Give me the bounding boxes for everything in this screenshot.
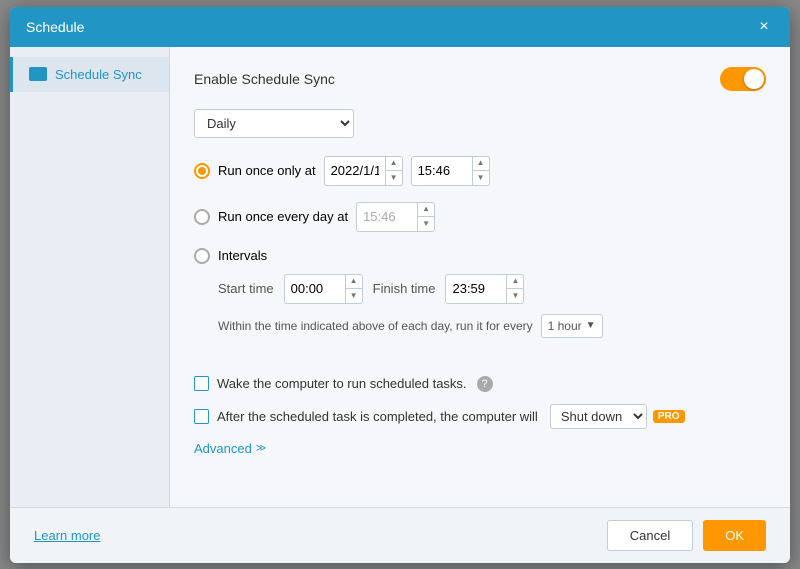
finish-time-up[interactable]: ▲ bbox=[507, 275, 523, 290]
shutdown-label: After the scheduled task is completed, t… bbox=[217, 409, 538, 424]
enable-toggle[interactable] bbox=[720, 67, 766, 91]
date-spinbox: ▲ ▼ bbox=[324, 156, 403, 186]
help-icon[interactable]: ? bbox=[477, 376, 493, 392]
run-once-time-up[interactable]: ▲ bbox=[473, 157, 489, 172]
wake-label: Wake the computer to run scheduled tasks… bbox=[217, 376, 467, 391]
main-content: Enable Schedule Sync Daily Weekly Monthl… bbox=[170, 47, 790, 507]
sidebar-item-schedule-sync[interactable]: Schedule Sync bbox=[10, 57, 169, 92]
learn-more-link[interactable]: Learn more bbox=[34, 528, 100, 543]
dialog-title: Schedule bbox=[26, 19, 84, 35]
interval-value: 1 hour bbox=[548, 319, 582, 333]
dialog-footer: Learn more Cancel OK bbox=[10, 507, 790, 563]
interval-description-row: Within the time indicated above of each … bbox=[218, 314, 766, 338]
advanced-chevron-icon: ≫ bbox=[256, 443, 266, 454]
interval-chevron-icon: ▼ bbox=[586, 320, 596, 331]
frequency-dropdown-row: Daily Weekly Monthly bbox=[194, 109, 766, 138]
title-bar: Schedule × bbox=[10, 7, 790, 47]
finish-time-arrows: ▲ ▼ bbox=[506, 275, 523, 303]
start-time-arrows: ▲ ▼ bbox=[345, 275, 362, 303]
interval-description: Within the time indicated above of each … bbox=[218, 319, 533, 333]
radio-group: Run once only at ▲ ▼ ▲ ▼ bbox=[194, 156, 766, 358]
start-time-input[interactable] bbox=[285, 277, 345, 300]
schedule-dialog: Schedule × Schedule Sync Enable Schedule… bbox=[10, 7, 790, 563]
checkbox-section: Wake the computer to run scheduled tasks… bbox=[194, 376, 766, 429]
wake-checkbox[interactable] bbox=[194, 376, 209, 391]
intervals-details: Start time ▲ ▼ Finish time bbox=[218, 274, 766, 338]
radio-every-day[interactable] bbox=[194, 209, 210, 225]
radio-every-day-row: Run once every day at ▲ ▼ bbox=[194, 202, 766, 232]
time-range-row: Start time ▲ ▼ Finish time bbox=[218, 274, 766, 304]
run-once-time-input[interactable] bbox=[412, 159, 472, 182]
interval-select[interactable]: 1 hour ▼ bbox=[541, 314, 603, 338]
finish-time-label: Finish time bbox=[373, 281, 436, 296]
cancel-button[interactable]: Cancel bbox=[607, 520, 693, 551]
start-time-spinbox: ▲ ▼ bbox=[284, 274, 363, 304]
start-time-down[interactable]: ▼ bbox=[346, 289, 362, 303]
toggle-knob bbox=[744, 69, 764, 89]
shutdown-checkbox[interactable] bbox=[194, 409, 209, 424]
radio-run-once-row: Run once only at ▲ ▼ ▲ ▼ bbox=[194, 156, 766, 186]
radio-run-once[interactable] bbox=[194, 163, 210, 179]
start-time-label: Start time bbox=[218, 281, 274, 296]
date-up-arrow[interactable]: ▲ bbox=[386, 157, 402, 172]
pro-badge: PRO bbox=[653, 410, 685, 423]
frequency-select[interactable]: Daily Weekly Monthly bbox=[194, 109, 354, 138]
run-once-time-down[interactable]: ▼ bbox=[473, 171, 489, 185]
sidebar-item-label: Schedule Sync bbox=[55, 67, 142, 82]
enable-label: Enable Schedule Sync bbox=[194, 71, 335, 87]
radio-intervals-label: Intervals bbox=[218, 248, 267, 263]
shutdown-checkbox-row: After the scheduled task is completed, t… bbox=[194, 404, 766, 429]
radio-every-day-label: Run once every day at bbox=[218, 209, 348, 224]
advanced-link[interactable]: Advanced ≫ bbox=[194, 441, 766, 456]
footer-buttons: Cancel OK bbox=[607, 520, 766, 551]
intervals-section: Intervals Start time ▲ ▼ bbox=[194, 248, 766, 358]
date-spinbox-arrows: ▲ ▼ bbox=[385, 157, 402, 185]
sidebar: Schedule Sync bbox=[10, 47, 170, 507]
finish-time-input[interactable] bbox=[446, 277, 506, 300]
enable-row: Enable Schedule Sync bbox=[194, 67, 766, 91]
every-day-time-down[interactable]: ▼ bbox=[418, 217, 434, 231]
finish-time-spinbox: ▲ ▼ bbox=[445, 274, 524, 304]
every-day-time-arrows: ▲ ▼ bbox=[417, 203, 434, 231]
shutdown-select-wrap: Shut down Sleep Hibernate Log off Do not… bbox=[550, 404, 685, 429]
date-input[interactable] bbox=[325, 159, 385, 182]
run-once-time-spinbox: ▲ ▼ bbox=[411, 156, 490, 186]
every-day-time-up[interactable]: ▲ bbox=[418, 203, 434, 218]
ok-button[interactable]: OK bbox=[703, 520, 766, 551]
dialog-body: Schedule Sync Enable Schedule Sync Daily… bbox=[10, 47, 790, 507]
close-button[interactable]: × bbox=[754, 17, 774, 37]
date-down-arrow[interactable]: ▼ bbox=[386, 171, 402, 185]
schedule-sync-icon bbox=[29, 67, 47, 81]
radio-intervals[interactable] bbox=[194, 248, 210, 264]
radio-run-once-label: Run once only at bbox=[218, 163, 316, 178]
radio-intervals-row: Intervals bbox=[194, 248, 766, 264]
finish-time-down[interactable]: ▼ bbox=[507, 289, 523, 303]
wake-checkbox-row: Wake the computer to run scheduled tasks… bbox=[194, 376, 766, 392]
shutdown-select[interactable]: Shut down Sleep Hibernate Log off Do not… bbox=[550, 404, 647, 429]
every-day-time-spinbox: ▲ ▼ bbox=[356, 202, 435, 232]
advanced-label: Advanced bbox=[194, 441, 252, 456]
run-once-time-arrows: ▲ ▼ bbox=[472, 157, 489, 185]
every-day-time-input[interactable] bbox=[357, 205, 417, 228]
start-time-up[interactable]: ▲ bbox=[346, 275, 362, 290]
